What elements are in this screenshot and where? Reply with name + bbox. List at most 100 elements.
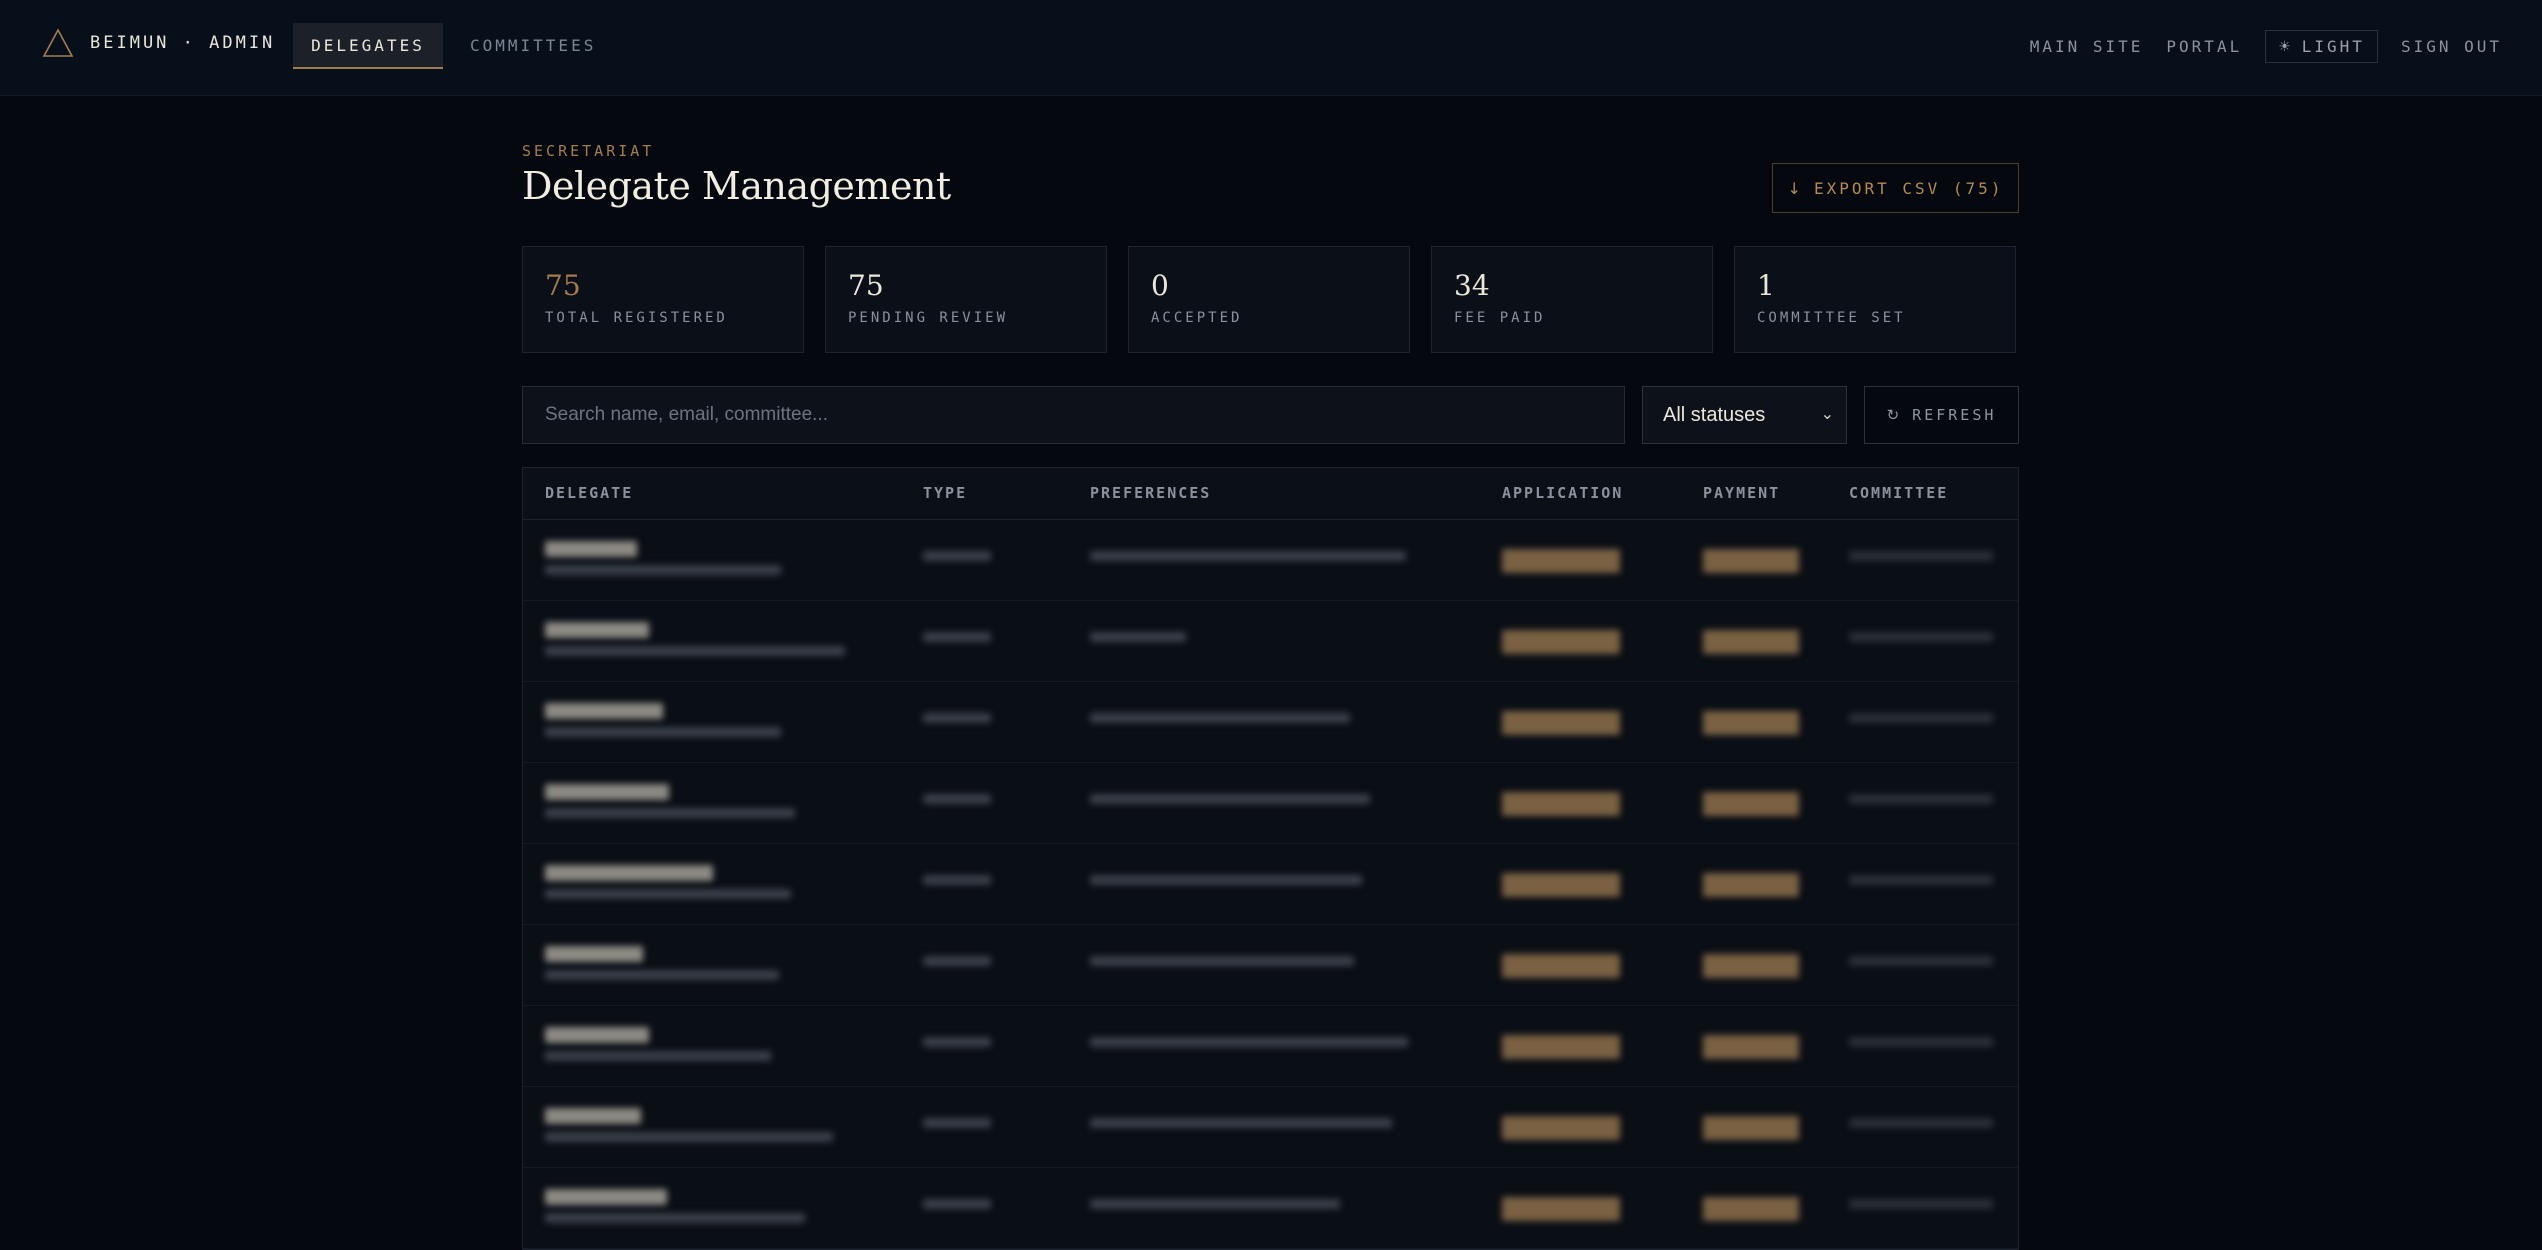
table-row[interactable] bbox=[523, 844, 2018, 925]
page-title: Delegate Management bbox=[522, 164, 951, 208]
stat-label: PENDING REVIEW bbox=[848, 309, 1009, 326]
payment-status-badge bbox=[1703, 1116, 1799, 1140]
delegate-type-redacted bbox=[923, 956, 991, 966]
application-status-badge bbox=[1502, 1035, 1620, 1059]
column-header-delegate[interactable]: DELEGATE bbox=[545, 484, 633, 502]
delegate-name-redacted bbox=[545, 1189, 667, 1205]
triangle-logo-icon bbox=[42, 28, 74, 57]
refresh-button[interactable]: ↻ REFRESH bbox=[1864, 386, 2019, 444]
delegate-name-redacted bbox=[545, 865, 713, 881]
main-site-link[interactable]: MAIN SITE bbox=[2030, 37, 2144, 56]
delegate-name-redacted bbox=[545, 622, 649, 638]
delegate-type-redacted bbox=[923, 551, 991, 561]
table-row[interactable] bbox=[523, 763, 2018, 844]
export-csv-button[interactable]: ↓ EXPORT CSV (75) bbox=[1772, 163, 2019, 213]
stat-label: ACCEPTED bbox=[1151, 309, 1243, 326]
theme-toggle-label: LIGHT bbox=[2301, 37, 2365, 56]
committee-redacted bbox=[1849, 713, 1993, 723]
application-status-badge bbox=[1502, 630, 1620, 654]
status-filter-select[interactable]: All statuses ⌄ bbox=[1642, 386, 1847, 444]
application-status-badge bbox=[1502, 549, 1620, 573]
stat-card-total-registered: 75 TOTAL REGISTERED bbox=[522, 246, 804, 353]
column-header-type[interactable]: TYPE bbox=[923, 484, 967, 502]
preferences-redacted bbox=[1090, 794, 1370, 804]
stat-value: 0 bbox=[1151, 269, 1169, 302]
brand[interactable]: BEIMUN · ADMIN bbox=[42, 28, 275, 58]
stat-value: 75 bbox=[545, 269, 581, 302]
application-status-badge bbox=[1502, 792, 1620, 816]
payment-status-badge bbox=[1703, 873, 1799, 897]
committee-redacted bbox=[1849, 875, 1993, 885]
column-header-application[interactable]: APPLICATION bbox=[1502, 484, 1623, 502]
tab-delegates[interactable]: DELEGATES bbox=[293, 23, 443, 69]
delegate-email-redacted bbox=[545, 646, 845, 656]
delegate-name-redacted bbox=[545, 1027, 649, 1043]
delegate-type-redacted bbox=[923, 632, 991, 642]
application-status-badge bbox=[1502, 954, 1620, 978]
table-row[interactable] bbox=[523, 925, 2018, 1006]
stat-label: TOTAL REGISTERED bbox=[545, 309, 728, 326]
application-status-badge bbox=[1502, 1197, 1620, 1221]
table-row[interactable] bbox=[523, 601, 2018, 682]
stat-card-accepted: 0 ACCEPTED bbox=[1128, 246, 1410, 353]
preferences-redacted bbox=[1090, 713, 1350, 723]
table-row[interactable] bbox=[523, 682, 2018, 763]
delegate-type-redacted bbox=[923, 794, 991, 804]
payment-status-badge bbox=[1703, 792, 1799, 816]
delegate-email-redacted bbox=[545, 727, 781, 737]
committee-redacted bbox=[1849, 1037, 1993, 1047]
preferences-redacted bbox=[1090, 632, 1186, 642]
committee-redacted bbox=[1849, 956, 1993, 966]
nav-right-links: MAIN SITE PORTAL ☀ LIGHT SIGN OUT bbox=[2007, 30, 2502, 63]
table-row[interactable] bbox=[523, 520, 2018, 601]
stat-card-committee-set: 1 COMMITTEE SET bbox=[1734, 246, 2016, 353]
preferences-redacted bbox=[1090, 875, 1362, 885]
application-status-badge bbox=[1502, 1116, 1620, 1140]
preferences-redacted bbox=[1090, 551, 1406, 561]
status-filter-value: All statuses bbox=[1663, 403, 1766, 426]
committee-redacted bbox=[1849, 551, 1993, 561]
payment-status-badge bbox=[1703, 630, 1799, 654]
payment-status-badge bbox=[1703, 1197, 1799, 1221]
sign-out-link[interactable]: SIGN OUT bbox=[2401, 37, 2502, 56]
delegate-email-redacted bbox=[545, 1213, 805, 1223]
committee-redacted bbox=[1849, 632, 1993, 642]
download-arrow-icon: ↓ bbox=[1787, 178, 1804, 198]
table-header: DELEGATE TYPE PREFERENCES APPLICATION PA… bbox=[523, 468, 2018, 520]
portal-link[interactable]: PORTAL bbox=[2166, 37, 2242, 56]
column-header-committee[interactable]: COMMITTEE bbox=[1849, 484, 1948, 502]
stats-row: 75 TOTAL REGISTERED 75 PENDING REVIEW 0 … bbox=[522, 246, 2019, 353]
table-row[interactable] bbox=[523, 1087, 2018, 1168]
delegate-email-redacted bbox=[545, 565, 781, 575]
stat-label: FEE PAID bbox=[1454, 309, 1546, 326]
delegate-name-redacted bbox=[545, 1108, 641, 1124]
chevron-down-icon: ⌄ bbox=[1820, 404, 1834, 423]
table-row[interactable] bbox=[523, 1006, 2018, 1087]
delegate-name-redacted bbox=[545, 541, 637, 557]
delegate-type-redacted bbox=[923, 1118, 991, 1128]
theme-toggle-button[interactable]: ☀ LIGHT bbox=[2265, 30, 2378, 63]
delegate-type-redacted bbox=[923, 713, 991, 723]
table-body bbox=[523, 520, 2018, 1249]
stat-label: COMMITTEE SET bbox=[1757, 309, 1906, 326]
refresh-icon: ↻ bbox=[1886, 406, 1903, 424]
table-row[interactable] bbox=[523, 1168, 2018, 1249]
brand-text: BEIMUN · ADMIN bbox=[90, 33, 276, 53]
top-navbar: BEIMUN · ADMIN DELEGATES COMMITTEES MAIN… bbox=[0, 0, 2542, 96]
preferences-redacted bbox=[1090, 1037, 1408, 1047]
committee-redacted bbox=[1849, 1118, 1993, 1128]
stat-value: 1 bbox=[1757, 269, 1775, 302]
stat-value: 34 bbox=[1454, 269, 1490, 302]
search-input[interactable] bbox=[522, 386, 1625, 444]
preferences-redacted bbox=[1090, 1118, 1392, 1128]
page-eyebrow: SECRETARIAT bbox=[522, 142, 655, 160]
tab-committees[interactable]: COMMITTEES bbox=[470, 23, 593, 69]
delegate-name-redacted bbox=[545, 703, 663, 719]
preferences-redacted bbox=[1090, 956, 1354, 966]
column-header-payment[interactable]: PAYMENT bbox=[1703, 484, 1780, 502]
delegate-email-redacted bbox=[545, 808, 795, 818]
committee-redacted bbox=[1849, 794, 1993, 804]
column-header-preferences[interactable]: PREFERENCES bbox=[1090, 484, 1211, 502]
delegate-name-redacted bbox=[545, 784, 669, 800]
delegate-email-redacted bbox=[545, 1132, 833, 1142]
